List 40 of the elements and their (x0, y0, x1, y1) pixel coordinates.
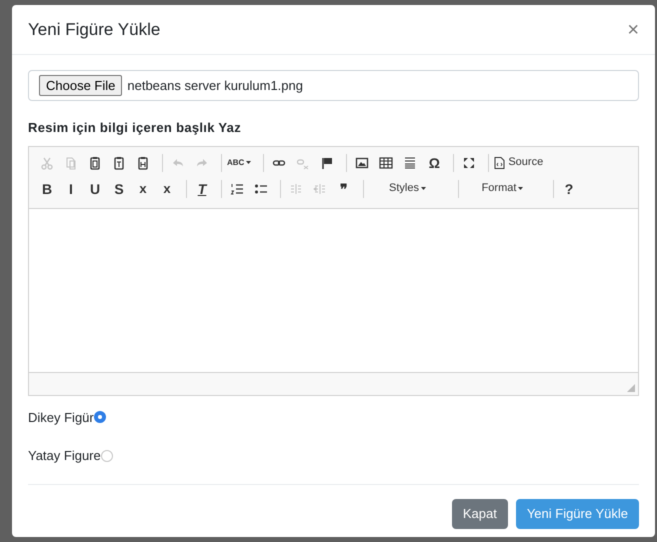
clipboard-icon[interactable] (112, 156, 126, 170)
toolbar-button[interactable]: I (61, 178, 81, 198)
dropdown-button[interactable]: Format (464, 178, 544, 198)
document-icon (494, 156, 506, 168)
caret-icon (518, 187, 524, 190)
caption-label: Resim için bilgi içeren başlık Yaz (28, 119, 242, 137)
toolbar-button[interactable]: Ω (424, 152, 444, 172)
expand-arrows-icon[interactable] (462, 156, 476, 170)
spellcheck-button[interactable]: ABC (227, 152, 254, 172)
clipboard-icon[interactable] (136, 156, 150, 170)
subscript-button[interactable]: x (133, 178, 153, 198)
numbered-list-icon[interactable] (230, 182, 244, 196)
radio-label: Dikey Figür (28, 408, 94, 427)
caret-icon (246, 161, 252, 164)
close-button[interactable]: × (627, 20, 639, 40)
resize-handle-icon[interactable] (627, 384, 635, 392)
source-button[interactable]: Source (494, 152, 544, 172)
close-dialog-button[interactable]: Kapat (452, 498, 508, 528)
choose-file-button[interactable]: Choose File (39, 75, 122, 96)
file-input[interactable]: Choose File netbeans server kurulum1.png (28, 70, 639, 101)
bulleted-list-icon[interactable] (254, 182, 268, 196)
superscript-button[interactable]: x (157, 178, 177, 198)
modal-title: Yeni Figüre Yükle (28, 18, 160, 41)
table-icon[interactable] (379, 156, 394, 170)
image-icon[interactable] (355, 156, 370, 170)
radio-label: Yatay Figure (28, 447, 101, 465)
remove-format-button[interactable]: T (192, 178, 212, 198)
radio-button[interactable] (100, 450, 113, 462)
horizontal-lines-icon[interactable] (403, 156, 418, 170)
radio-button[interactable] (94, 411, 106, 424)
toolbar-button[interactable]: B (37, 178, 57, 198)
toolbar-button[interactable]: ❞ (334, 178, 354, 198)
dropdown-button[interactable]: Styles (369, 178, 449, 198)
toolbar-button[interactable]: S (109, 178, 129, 198)
caret-icon (420, 187, 426, 190)
file-name: netbeans server kurulum1.png (127, 76, 303, 95)
toolbar-button[interactable]: U (85, 178, 105, 198)
flag-icon[interactable] (320, 156, 334, 170)
toolbar-button[interactable]: ? (559, 178, 579, 198)
clipboard-icon[interactable] (88, 156, 102, 170)
